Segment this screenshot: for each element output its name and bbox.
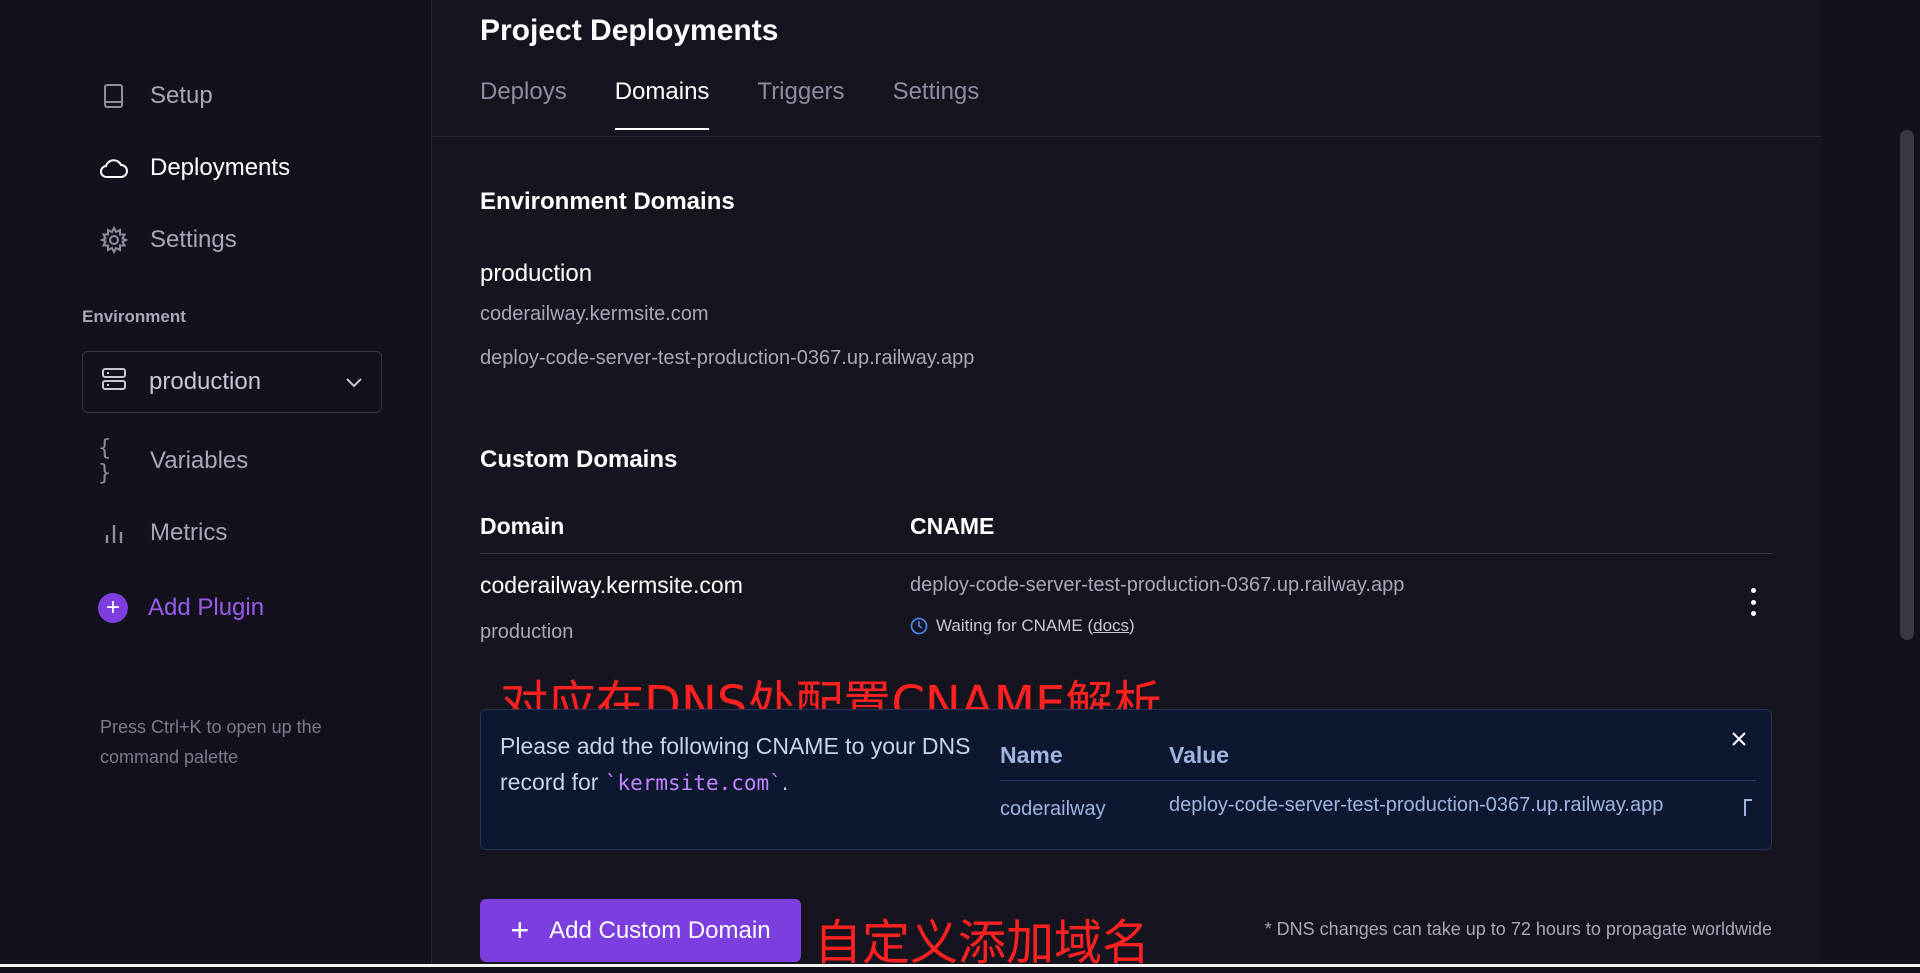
info-column-name: Name <box>1000 742 1063 768</box>
sidebar-item-metrics[interactable]: Metrics <box>98 513 227 553</box>
tab-settings[interactable]: Settings <box>893 78 980 130</box>
sidebar-item-setup[interactable]: Setup <box>98 76 213 116</box>
environment-domains-heading: Environment Domains <box>480 188 735 215</box>
add-plugin-button[interactable]: + Add Plugin <box>98 588 264 628</box>
environment-name: production <box>480 260 593 287</box>
environment-select[interactable]: production <box>82 351 382 413</box>
domain-code: `kermsite.com` <box>604 771 782 795</box>
server-icon <box>101 366 127 399</box>
docs-link[interactable]: docs <box>1093 616 1129 636</box>
chevron-down-icon <box>345 368 363 396</box>
tab-bar: Deploys Domains Triggers Settings <box>480 78 1027 130</box>
environment-label: Environment <box>82 307 186 326</box>
sidebar: Setup Deployments Settings Environment p… <box>0 0 432 967</box>
sidebar-item-label: Metrics <box>150 519 228 546</box>
info-column-value: Value <box>1169 742 1230 768</box>
custom-domain-name: coderailway.kermsite.com <box>480 572 743 598</box>
copy-icon[interactable] <box>1743 798 1753 818</box>
column-header-domain: Domain <box>480 513 565 539</box>
close-icon[interactable] <box>1730 730 1748 748</box>
instruction-text-end: . <box>781 769 789 795</box>
column-header-cname: CNAME <box>910 513 995 539</box>
status-text-suffix: ) <box>1129 616 1135 635</box>
info-record-name: coderailway <box>1000 798 1106 820</box>
command-palette-hint: Press Ctrl+K to open up the command pale… <box>100 717 322 767</box>
cname-instructions: Please add the following CNAME to your D… <box>500 728 980 801</box>
custom-domain-cname: deploy-code-server-test-production-0367.… <box>910 574 1405 596</box>
add-custom-domain-label: Add Custom Domain <box>549 916 771 944</box>
sidebar-item-label: Settings <box>150 226 237 253</box>
plus-icon: + <box>510 912 530 948</box>
custom-domains-heading: Custom Domains <box>480 446 678 473</box>
plus-circle-icon: + <box>98 593 128 623</box>
sidebar-item-label: Setup <box>150 82 213 109</box>
gear-icon <box>98 224 130 256</box>
page-title: Project Deployments <box>480 14 779 47</box>
annotation-add-note: 自定义添加域名 <box>814 915 1151 971</box>
add-custom-domain-button[interactable]: + Add Custom Domain <box>480 899 801 962</box>
more-options-icon[interactable] <box>1747 588 1759 616</box>
cname-status: Waiting for CNAME ( docs ) <box>910 616 1135 636</box>
environment-url[interactable]: deploy-code-server-test-production-0367.… <box>480 347 974 370</box>
sidebar-item-variables[interactable]: { } Variables <box>98 436 249 486</box>
cname-info-box: Please add the following CNAME to your D… <box>480 709 1772 850</box>
info-record-value: deploy-code-server-test-production-0367.… <box>1169 794 1664 816</box>
scrollbar[interactable] <box>1900 130 1914 640</box>
environment-url[interactable]: coderailway.kermsite.com <box>480 303 709 326</box>
sidebar-item-label: Deployments <box>150 154 291 181</box>
main-content: Project Deployments Deploys Domains Trig… <box>432 0 1822 971</box>
braces-icon: { } <box>98 436 112 486</box>
tabs-divider <box>432 136 1822 137</box>
status-text: Waiting for CNAME ( <box>936 616 1094 635</box>
sidebar-item-deployments[interactable]: Deployments <box>98 148 290 188</box>
sidebar-item-label: Variables <box>150 447 249 474</box>
tab-deploys[interactable]: Deploys <box>480 78 567 130</box>
dns-footnote: * DNS changes can take up to 72 hours to… <box>1264 919 1772 939</box>
custom-domain-environment: production <box>480 621 574 643</box>
add-plugin-label: Add Plugin <box>148 594 265 621</box>
environment-select-value: production <box>149 368 262 395</box>
cloud-icon <box>98 152 130 184</box>
table-header-divider <box>480 553 1772 554</box>
book-icon <box>98 80 130 112</box>
sidebar-item-settings[interactable]: Settings <box>98 220 237 260</box>
bar-chart-icon <box>98 517 130 549</box>
clock-icon <box>910 617 928 635</box>
tab-domains[interactable]: Domains <box>614 78 710 130</box>
info-divider <box>1000 780 1756 781</box>
tab-triggers[interactable]: Triggers <box>757 78 844 130</box>
